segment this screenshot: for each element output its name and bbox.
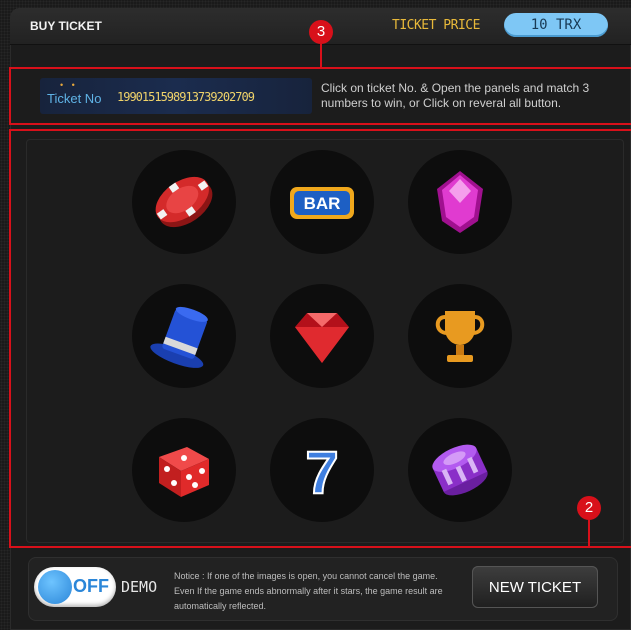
grid-cell-2[interactable]: BAR <box>270 150 374 254</box>
dots-decoration: • • <box>60 80 78 90</box>
dice-icon <box>159 447 209 497</box>
grid-cell-7[interactable] <box>132 418 236 522</box>
grid-cell-1[interactable] <box>132 150 236 254</box>
toggle-knob[interactable] <box>38 570 72 604</box>
instructions-text: Click on ticket No. & Open the panels an… <box>321 81 590 110</box>
grid-cell-3[interactable] <box>408 150 512 254</box>
annotation-line-2 <box>588 520 590 548</box>
panel-title: BUY TICKET <box>30 19 102 33</box>
grid-cell-4[interactable] <box>132 284 236 388</box>
annotation-line-3 <box>320 44 322 68</box>
grid-cell-9[interactable] <box>408 418 512 522</box>
ticket-price-label: TICKET PRICE <box>392 18 480 33</box>
casino-chip-icon <box>155 176 213 228</box>
trophy-icon <box>435 311 485 362</box>
annotation-marker-2: 2 <box>577 496 601 520</box>
ticket-no-label: Ticket No <box>47 91 102 106</box>
seven-icon: 7 <box>304 438 339 507</box>
annotation-marker-3: 3 <box>309 20 333 44</box>
grid-cell-6[interactable] <box>408 284 512 388</box>
bar-icon: BAR <box>290 187 354 219</box>
new-ticket-button[interactable]: NEW TICKET <box>472 566 598 608</box>
chip-stack-icon <box>432 444 488 496</box>
toggle-state-label: OFF <box>73 576 109 596</box>
grid-cell-5[interactable] <box>270 284 374 388</box>
ticket-no-value[interactable]: 1990151598913739202709 <box>117 90 255 104</box>
notice-text: Notice : If one of the images is open, y… <box>174 571 443 611</box>
demo-label: DEMO <box>121 578 158 596</box>
ticket-price-value: 10 TRX <box>504 13 608 37</box>
svg-text:7: 7 <box>305 439 338 506</box>
purple-gem-icon <box>437 171 483 233</box>
red-diamond-icon <box>295 313 349 363</box>
svg-text:BAR: BAR <box>304 194 341 213</box>
grid-cell-8[interactable]: 7 <box>270 418 374 522</box>
top-hat-icon <box>150 306 208 368</box>
